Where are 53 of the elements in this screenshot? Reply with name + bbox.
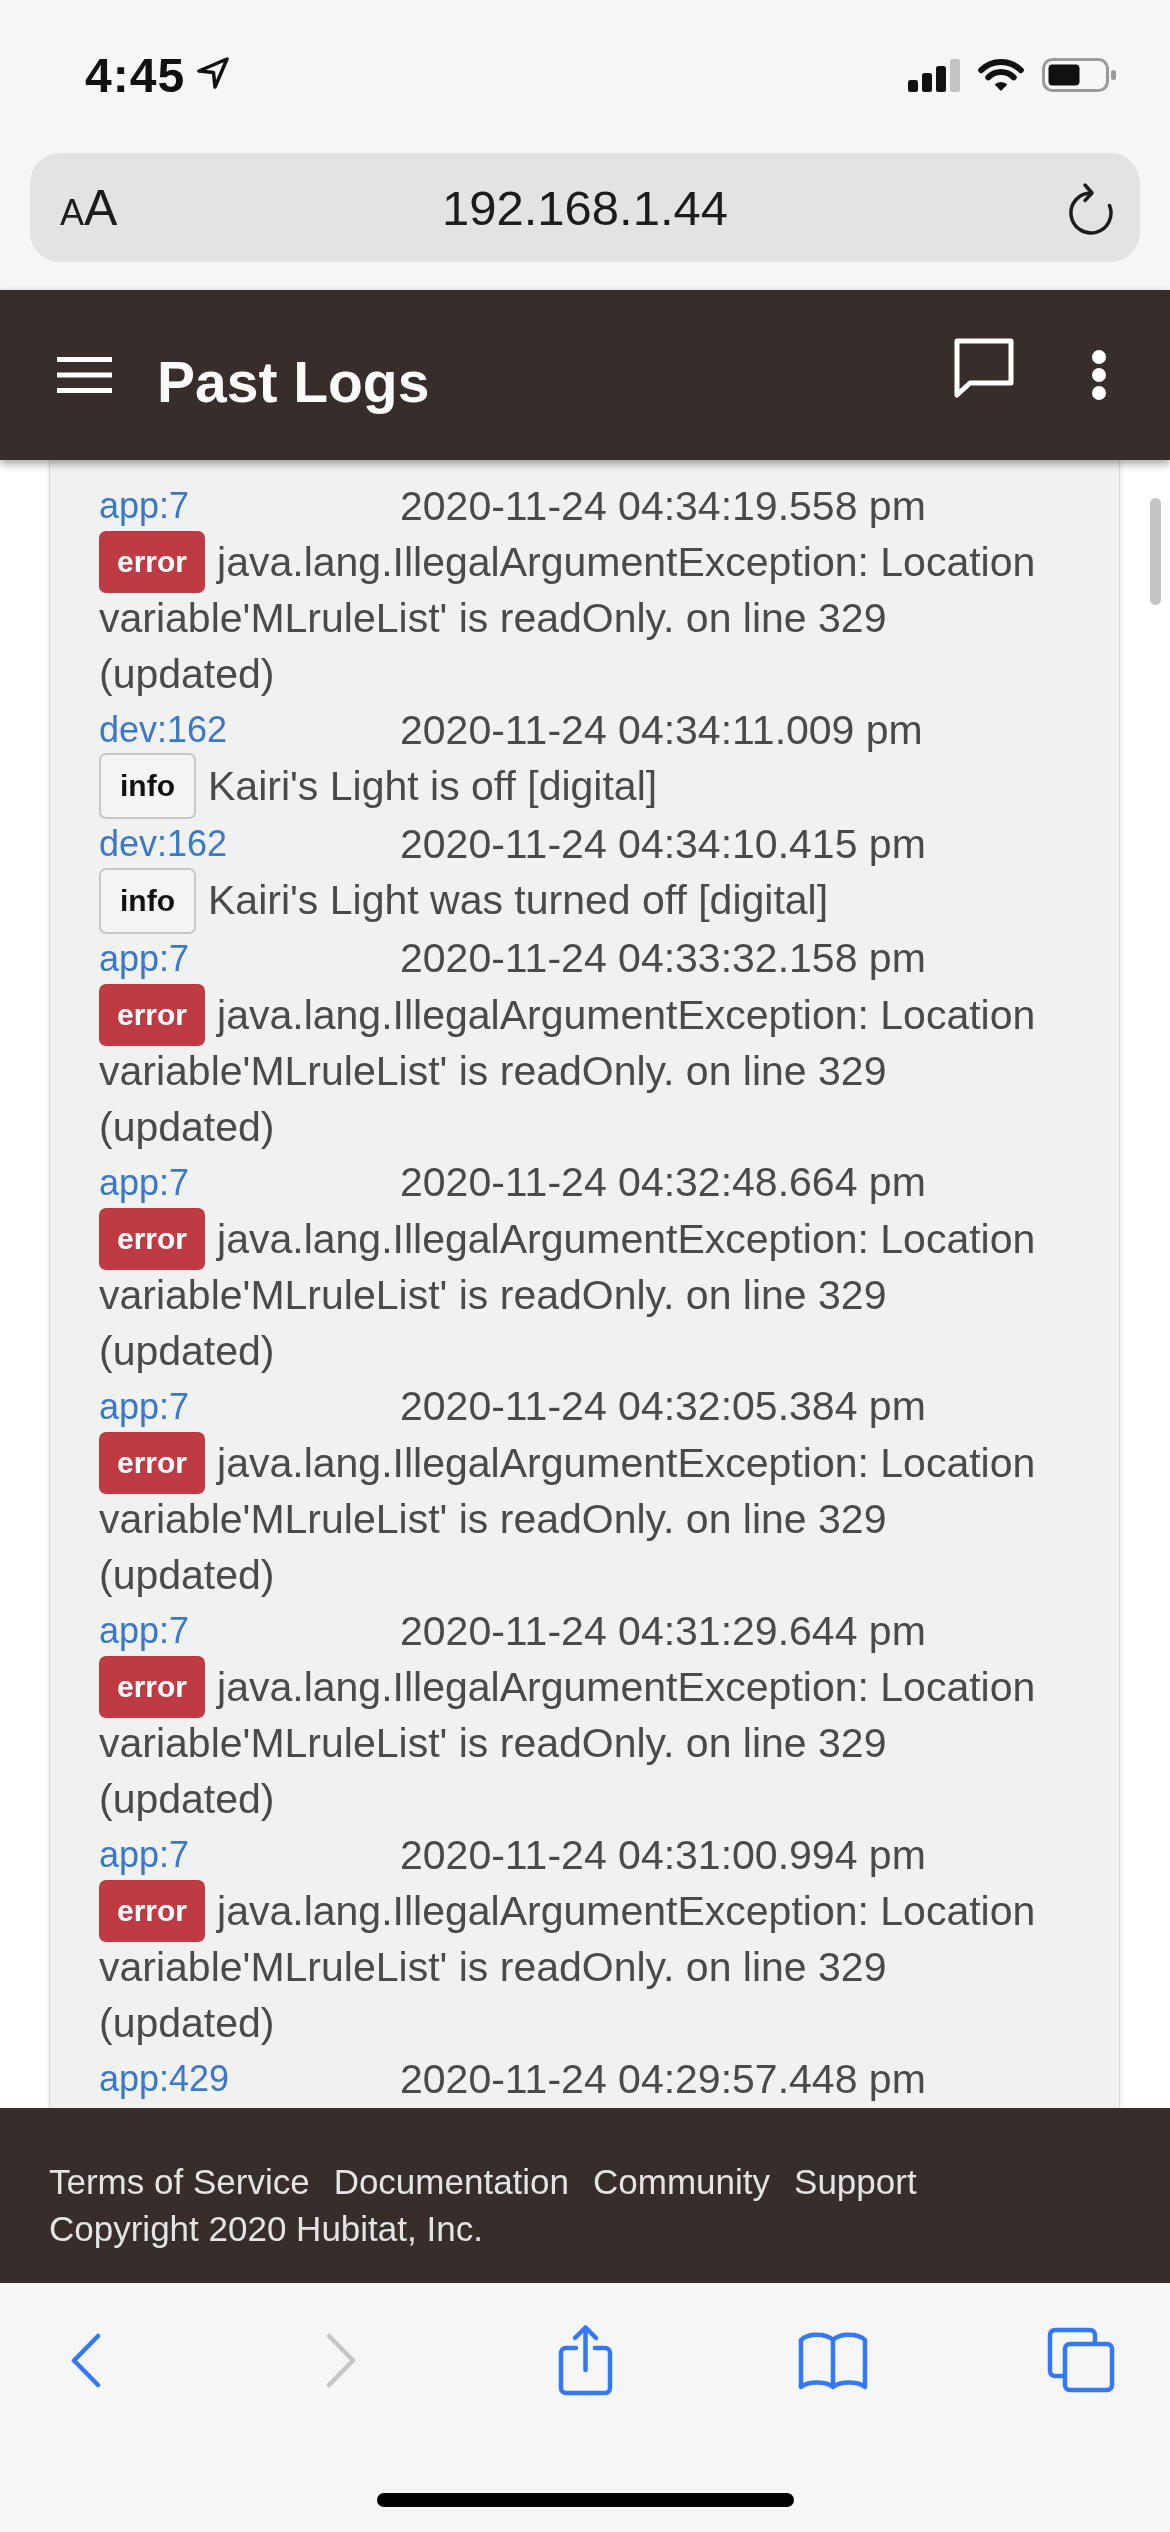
battery-icon — [1042, 58, 1117, 92]
source-link[interactable]: dev:162 — [99, 709, 228, 752]
copyright-text: Copyright 2020 Hubitat, Inc. — [49, 2208, 483, 2250]
log-level-badge: error — [99, 1432, 206, 1495]
address-bar[interactable]: AA 192.168.1.44 — [30, 153, 1140, 262]
back-chevron-icon[interactable] — [71, 2332, 101, 2388]
log-level-badge: error — [99, 983, 206, 1046]
footer-link[interactable]: Community — [593, 2158, 771, 2205]
source-link[interactable]: app:7 — [99, 1385, 190, 1428]
book-icon[interactable] — [798, 2330, 868, 2390]
log-timestamp: 2020-11-24 04:31:29.644 pm — [400, 1607, 926, 1655]
share-icon[interactable] — [556, 2324, 614, 2396]
tabs-icon[interactable] — [1047, 2327, 1115, 2393]
text-size-button[interactable]: AA — [60, 182, 118, 233]
log-timestamp: 2020-11-24 04:29:57.448 pm — [400, 2055, 926, 2103]
log-timestamp: 2020-11-24 04:31:00.994 pm — [400, 1831, 926, 1879]
source-link[interactable]: app:429 — [99, 2058, 230, 2101]
log-level-badge: error — [99, 1207, 206, 1270]
log-message: error java.lang.IllegalArgumentException: Location variable'MLruleList' is readOnly. on line 329 (updated) — [99, 534, 1069, 703]
log-timestamp: 2020-11-24 04:32:05.384 pm — [400, 1383, 926, 1431]
url-text: 192.168.1.44 — [441, 179, 729, 236]
source-link[interactable]: app:7 — [99, 485, 190, 527]
signal-icon — [908, 58, 960, 92]
source-link[interactable]: app:7 — [99, 1834, 190, 1877]
log-timestamp: 2020-11-24 04:33:32.158 pm — [400, 935, 926, 982]
log-timestamp: 2020-11-24 04:34:19.558 pm — [400, 482, 926, 530]
log-message: error java.lang.IllegalArgumentException: Location variable'MLruleList' is readOnly. on line 329 (updated) — [99, 1210, 1069, 1379]
source-link[interactable]: dev:162 — [99, 823, 228, 866]
log-level-badge: info — [99, 867, 196, 934]
source-link[interactable]: app:7 — [99, 937, 190, 980]
log-message: error java.lang.IllegalArgumentException: Location variable'MLruleList' is readOnly. on line 329 (updated) — [99, 986, 1069, 1155]
log-message: error java.lang.IllegalArgumentException: Location variable'MLruleList' is readOnly. on line 329 (updated) — [99, 1659, 1069, 1828]
log-message: error java.lang.IllegalArgumentException: Location variable'MLruleList' is readOnly. on line 329 (updated) — [99, 1434, 1069, 1604]
log-timestamp: 2020-11-24 04:34:10.415 pm — [400, 820, 926, 868]
log-level-badge: info — [99, 753, 196, 820]
log-level-badge: error — [99, 531, 206, 594]
footer-link[interactable]: Terms of Service — [49, 2158, 310, 2205]
source-link[interactable]: app:7 — [99, 1161, 190, 1204]
menu-icon[interactable] — [57, 357, 112, 393]
wifi-icon — [976, 57, 1026, 93]
log-timestamp: 2020-11-24 04:34:11.009 pm — [400, 706, 923, 754]
location-arrow-icon — [197, 57, 230, 89]
page-title: Past Logs — [157, 349, 430, 415]
footer-link[interactable]: Support — [794, 2158, 917, 2205]
log-level-badge: error — [99, 1880, 206, 1943]
log-timestamp: 2020-11-24 04:32:48.664 pm — [400, 1159, 926, 1207]
source-link[interactable]: app:7 — [99, 1610, 190, 1653]
more-options-icon[interactable] — [1091, 350, 1107, 400]
footer-link[interactable]: Documentation — [333, 2158, 570, 2205]
log-level-badge: error — [99, 1656, 206, 1719]
chat-bubble-icon[interactable] — [954, 338, 1014, 398]
status-time: 4:45 — [85, 47, 186, 103]
log-message: error java.lang.IllegalArgumentException: Location variable'MLruleList' is readOnly. on line 329 (updated) — [99, 1883, 1069, 2052]
